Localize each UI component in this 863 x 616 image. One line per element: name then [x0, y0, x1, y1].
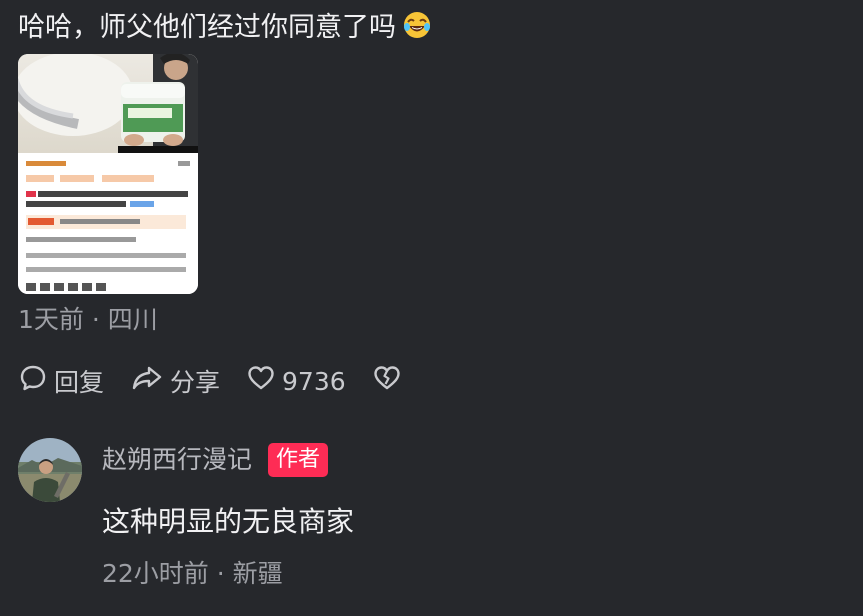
- share-label: 分享: [170, 368, 221, 397]
- rofl-emoji-icon: [402, 10, 432, 52]
- share-arrow-icon: [130, 363, 170, 399]
- app-screenshot-preview: [18, 153, 198, 294]
- comment-text-line: 哈哈，师父他们经过你同意了吗: [18, 8, 432, 52]
- comment-text: 哈哈，师父他们经过你同意了吗: [18, 12, 396, 43]
- author-name[interactable]: 赵朔西行漫记: [102, 442, 252, 478]
- product-photo: [18, 54, 198, 153]
- author-reply: 赵朔西行漫记 作者 这种明显的无良商家 22小时前 · 新疆: [18, 436, 863, 606]
- reply-meta: 22小时前 · 新疆: [102, 559, 283, 588]
- avatar[interactable]: [18, 438, 82, 502]
- author-badge: 作者: [268, 443, 329, 477]
- like-button[interactable]: 9736: [246, 363, 346, 399]
- comment-actions: 回复 分享 9736: [18, 362, 434, 400]
- share-button[interactable]: 分享: [130, 363, 220, 399]
- comment-meta: 1天前 · 四川: [18, 305, 158, 334]
- author-row: 赵朔西行漫记 作者: [102, 442, 329, 478]
- dislike-button[interactable]: [372, 363, 408, 399]
- reply-text: 这种明显的无良商家: [102, 505, 355, 538]
- comment-image-thumbnail[interactable]: [18, 54, 198, 294]
- broken-heart-icon: [372, 363, 408, 399]
- like-count: 9736: [282, 366, 346, 396]
- heart-icon: [246, 363, 282, 399]
- reply-bubble-icon: [18, 363, 54, 399]
- reply-button[interactable]: 回复: [18, 363, 104, 399]
- reply-label: 回复: [54, 368, 105, 397]
